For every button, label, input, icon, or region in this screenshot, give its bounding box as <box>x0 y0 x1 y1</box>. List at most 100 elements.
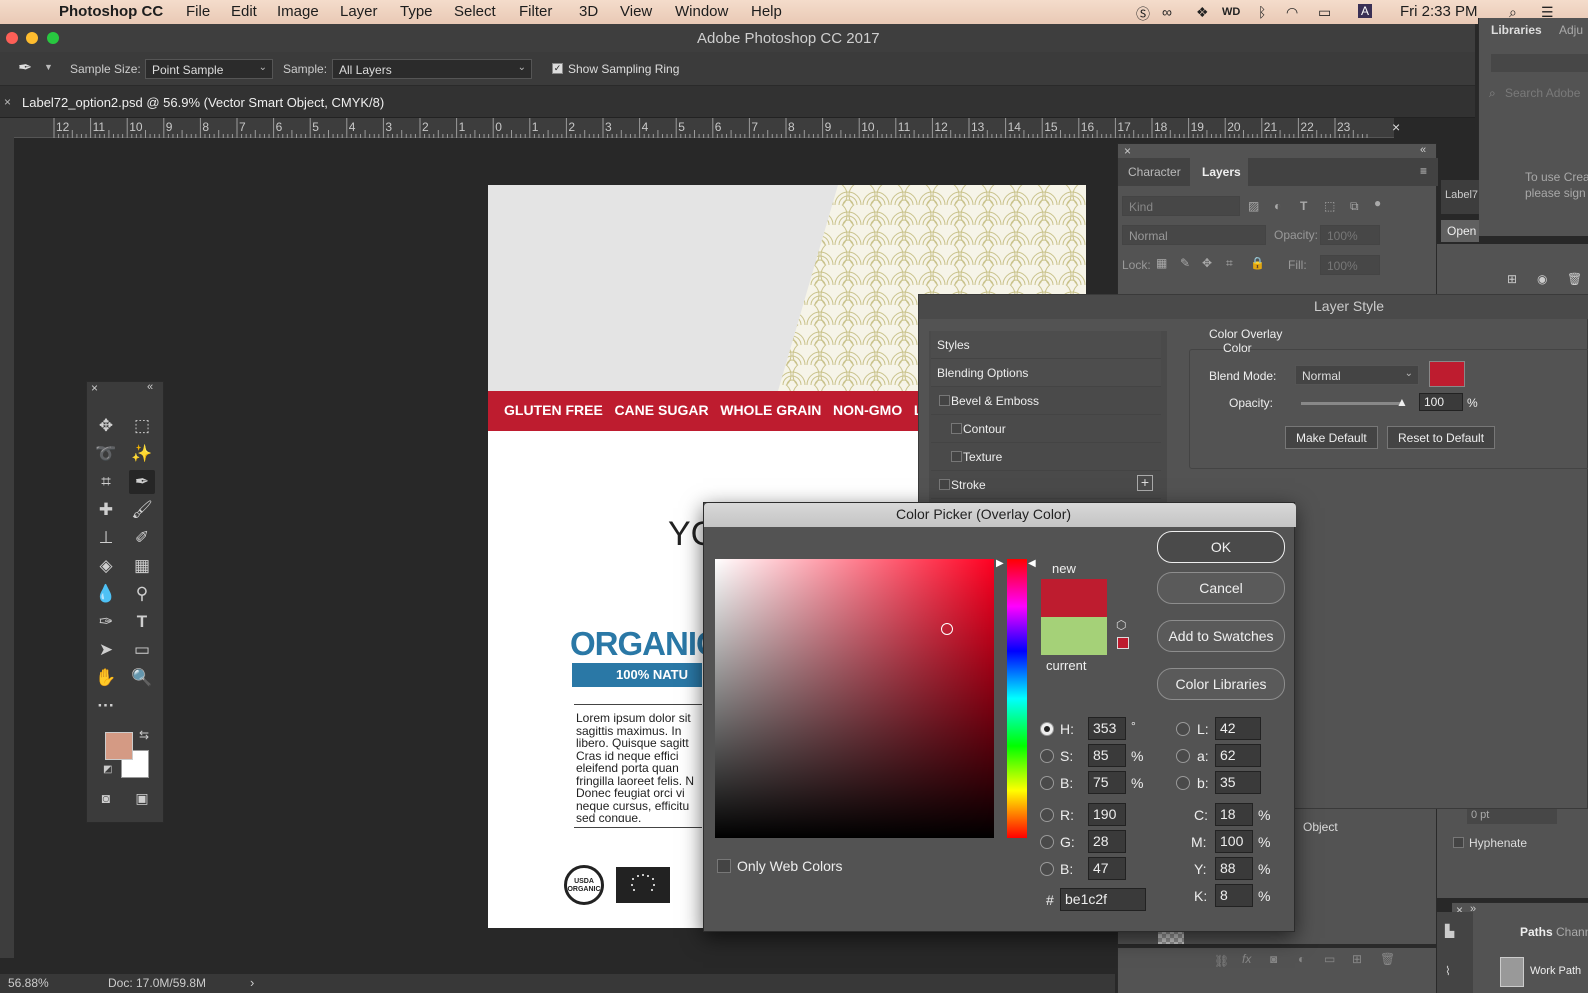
horizontal-ruler[interactable]: 12 11 10 9 8 7 6 5 4 3 2 1 0 1 2 3 4 5 6 7 8 9 10 11 12 13 14 15 16 1… <box>14 118 1400 138</box>
healing-brush-tool-icon[interactable]: ✚ <box>93 498 119 522</box>
tab-paths[interactable]: Paths <box>1520 925 1553 939</box>
swap-colors-icon[interactable]: ⇆ <box>139 728 149 742</box>
zoom-tool-icon[interactable]: 🔍 <box>129 666 155 690</box>
show-sampling-ring-checkbox[interactable]: ✓ <box>552 63 563 74</box>
add-stroke-icon[interactable]: + <box>1137 475 1153 491</box>
lab-a-radio[interactable] <box>1176 749 1190 763</box>
default-colors-icon[interactable]: ◩ <box>103 764 112 775</box>
screen-mode-icon[interactable]: ▣ <box>129 786 155 810</box>
magic-wand-tool-icon[interactable]: ✨ <box>129 442 155 466</box>
reset-to-default-button[interactable]: Reset to Default <box>1387 426 1496 449</box>
battery-icon[interactable]: ▭ <box>1318 4 1331 21</box>
contour-checkbox[interactable] <box>951 423 962 434</box>
dropbox-icon[interactable]: ❖ <box>1196 4 1209 21</box>
type-tool-icon[interactable]: T <box>129 610 155 634</box>
saturation-input[interactable]: 85 <box>1088 744 1126 767</box>
eyedropper-tool-icon[interactable]: ✒ <box>129 470 155 494</box>
ok-button[interactable]: OK <box>1157 531 1285 563</box>
tab-channels[interactable]: Chann <box>1556 925 1588 939</box>
panel-menu-icon[interactable]: ≡ <box>1420 164 1427 178</box>
chevron-right-icon[interactable]: › <box>250 975 254 990</box>
hex-input[interactable]: be1c2f <box>1060 888 1146 911</box>
lock-all-icon[interactable]: 🔒 <box>1250 256 1265 270</box>
lock-image-icon[interactable]: ✎ <box>1180 256 1190 270</box>
menu-edit[interactable]: Edit <box>231 3 257 20</box>
new-layer-icon[interactable]: ⊞ <box>1352 952 1362 966</box>
minimize-window-button[interactable] <box>26 32 38 44</box>
bevel-emboss-item[interactable]: Bevel & Emboss <box>931 387 1161 415</box>
cancel-button[interactable]: Cancel <box>1157 572 1285 604</box>
bevel-emboss-checkbox[interactable] <box>939 395 950 406</box>
link-layers-icon[interactable]: ⛓ <box>1214 954 1229 968</box>
open-button[interactable]: Open <box>1441 220 1479 242</box>
zoom-window-button[interactable] <box>47 32 59 44</box>
color-libraries-button[interactable]: Color Libraries <box>1157 668 1285 700</box>
work-path-thumbnail[interactable] <box>1500 957 1524 987</box>
fill-input[interactable]: 100% <box>1320 255 1380 275</box>
blur-tool-icon[interactable]: 💧 <box>93 582 119 606</box>
eyedropper-preset-icon[interactable]: ✒ <box>18 58 32 78</box>
crop-tool-icon[interactable]: ⌗ <box>93 470 119 494</box>
menu-select[interactable]: Select <box>454 3 496 20</box>
blue-input[interactable]: 47 <box>1088 857 1126 880</box>
lab-b-radio[interactable] <box>1176 776 1190 790</box>
styles-item[interactable]: Styles <box>931 331 1161 359</box>
overlay-color-swatch[interactable] <box>1429 361 1465 387</box>
collapse-icon[interactable]: « <box>147 381 153 393</box>
opacity-slider-handle-icon[interactable]: ▲ <box>1396 395 1408 409</box>
filter-toggle-icon[interactable]: ● <box>1374 196 1381 210</box>
close-icon[interactable]: × <box>1392 119 1400 135</box>
sample-size-select[interactable]: Point Sample ⌄ <box>145 59 273 79</box>
trash-icon[interactable]: 🗑 <box>1567 272 1582 286</box>
creative-cloud-icon[interactable]: ∞ <box>1162 4 1172 20</box>
close-icon[interactable]: × <box>1124 144 1131 158</box>
marquee-tool-icon[interactable]: ⬚ <box>129 414 155 438</box>
bluetooth-icon[interactable]: ᛒ <box>1258 4 1266 20</box>
hue-slider-right-arrow-icon[interactable]: ◀ <box>1028 558 1036 569</box>
hue-input[interactable]: 353 <box>1088 717 1126 740</box>
add-mask-icon[interactable]: ◙ <box>1270 952 1277 966</box>
contour-item[interactable]: Contour <box>931 415 1161 443</box>
texture-checkbox[interactable] <box>951 451 962 462</box>
camera-icon[interactable]: ◉ <box>1537 272 1547 286</box>
lab-l-input[interactable]: 42 <box>1215 717 1261 740</box>
label-thumbnail[interactable]: Label7 <box>1441 180 1479 214</box>
hue-slider[interactable] <box>1007 559 1027 838</box>
hue-slider-left-arrow-icon[interactable]: ▶ <box>996 558 1004 569</box>
more-tools-icon[interactable]: ··· <box>93 694 119 718</box>
document-tab-title[interactable]: Label72_option2.psd @ 56.9% (Vector Smar… <box>22 95 384 110</box>
layer-blend-mode-select[interactable]: Normal <box>1122 225 1266 245</box>
overlay-blend-mode-select[interactable]: Normal ⌄ <box>1295 365 1419 385</box>
hyphenate-checkbox[interactable] <box>1453 837 1464 848</box>
pen-tool-icon[interactable]: ✑ <box>93 610 119 634</box>
red-radio[interactable] <box>1040 808 1054 822</box>
quick-mask-icon[interactable]: ◙ <box>93 786 119 810</box>
tab-layers[interactable]: Layers <box>1202 165 1241 179</box>
foreground-color-swatch[interactable] <box>105 732 133 760</box>
menu-clock[interactable]: Fri 2:33 PM <box>1400 3 1478 20</box>
stroke-item[interactable]: Stroke <box>931 471 1161 499</box>
color-field-cursor[interactable] <box>941 623 953 635</box>
vertical-ruler[interactable] <box>0 118 14 958</box>
wd-icon[interactable]: WD <box>1222 6 1240 18</box>
menu-file[interactable]: File <box>186 3 210 20</box>
rectangle-tool-icon[interactable]: ▭ <box>129 638 155 662</box>
move-tool-icon[interactable]: ✥ <box>93 414 119 438</box>
menu-3d[interactable]: 3D <box>579 3 598 20</box>
lab-a-input[interactable]: 62 <box>1215 744 1261 767</box>
magenta-input[interactable]: 100 <box>1215 830 1253 853</box>
layer-opacity-input[interactable]: 100% <box>1320 225 1380 245</box>
close-window-button[interactable] <box>6 32 18 44</box>
tab-character[interactable]: Character <box>1128 165 1181 179</box>
tab-adjustments[interactable]: Adju <box>1559 23 1583 37</box>
path-selection-tool-icon[interactable]: ➤ <box>93 638 119 662</box>
chevron-down-icon[interactable]: ▼ <box>44 62 53 72</box>
filter-smart-object-icon[interactable]: ⧉ <box>1350 199 1359 214</box>
filter-shape-icon[interactable]: ⬚ <box>1324 199 1335 213</box>
blue-radio[interactable] <box>1040 862 1054 876</box>
brightness-radio[interactable] <box>1040 776 1054 790</box>
lock-transparent-icon[interactable]: ▦ <box>1156 256 1167 270</box>
menu-window[interactable]: Window <box>675 3 728 20</box>
add-to-swatches-button[interactable]: Add to Swatches <box>1157 620 1285 652</box>
opacity-slider-track[interactable] <box>1301 402 1401 405</box>
